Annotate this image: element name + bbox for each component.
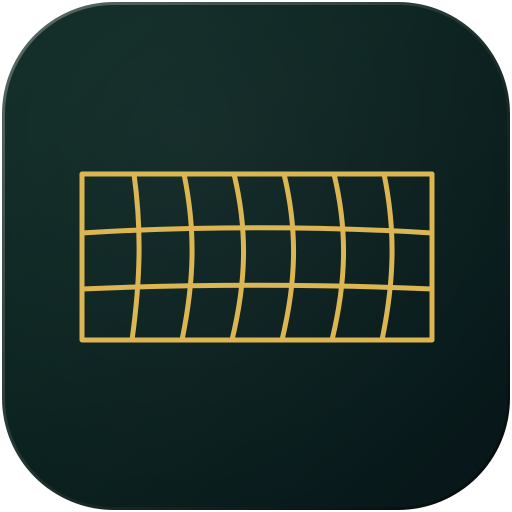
app-icon-graphic (2, 2, 510, 510)
icon-canvas (0, 0, 512, 512)
app-icon[interactable] (2, 2, 510, 510)
